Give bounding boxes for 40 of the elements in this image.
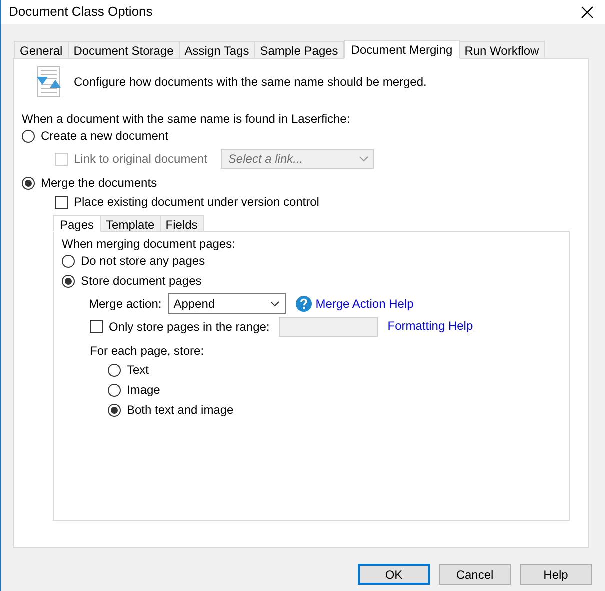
tab[interactable]: Document Merging — [344, 40, 460, 59]
create-new-radio[interactable]: Create a new document — [22, 126, 168, 146]
tab[interactable]: Sample Pages — [254, 41, 344, 58]
dialog-button[interactable]: OK — [358, 564, 430, 585]
tab[interactable]: Pages — [53, 215, 102, 232]
chevron-icon — [359, 156, 370, 162]
help-icon — [296, 296, 312, 312]
store-type-radio[interactable]: Both text and image — [108, 400, 234, 420]
formatting-help-link[interactable]: Formatting Help — [388, 316, 474, 334]
version-control-checkbox[interactable]: Place existing document under version control — [55, 193, 320, 211]
radio-circle[interactable] — [108, 404, 121, 416]
dialog-button[interactable]: Help — [520, 564, 592, 585]
merge-action-help-link[interactable]: Merge Action Help — [316, 294, 414, 312]
store-option-radio[interactable]: Store document pages — [62, 271, 202, 291]
store-type-radio[interactable]: Image — [108, 380, 160, 400]
window-title: Document Class Options — [9, 3, 153, 22]
tab[interactable]: General — [14, 41, 69, 58]
chevron-icon — [270, 300, 280, 306]
merge-action-dropdown[interactable]: Append — [168, 293, 286, 314]
store-type-radio[interactable]: Text — [108, 360, 150, 380]
merge-action-label: Merge action: — [89, 296, 162, 312]
radio-circle[interactable] — [22, 176, 35, 190]
dialog-button[interactable]: Cancel — [439, 564, 511, 585]
header-text: Configure how documents with the same name should be merged. — [74, 74, 427, 91]
tab[interactable]: Run Workflow — [458, 41, 546, 58]
range-checkbox[interactable]: Only store pages in the range: — [90, 318, 270, 336]
section-label: When a document with the same name is found in Laserfiche: — [22, 111, 352, 126]
radio-circle[interactable] — [62, 274, 75, 288]
close-icon — [580, 6, 594, 18]
tab[interactable]: Document Storage — [68, 41, 180, 58]
merge-icon — [36, 66, 62, 98]
store-option-radio[interactable]: Do not store any pages — [62, 251, 206, 271]
close-button[interactable] — [579, 4, 595, 20]
tab[interactable]: Fields — [160, 215, 204, 231]
pages-label: When merging document pages: — [62, 236, 236, 251]
tab[interactable]: Template — [100, 215, 161, 231]
tab[interactable]: Assign Tags — [178, 41, 256, 58]
merge-documents-radio[interactable]: Merge the documents — [22, 173, 158, 193]
range-input[interactable] — [278, 316, 378, 336]
each-page-label: For each page, store: — [89, 342, 206, 359]
